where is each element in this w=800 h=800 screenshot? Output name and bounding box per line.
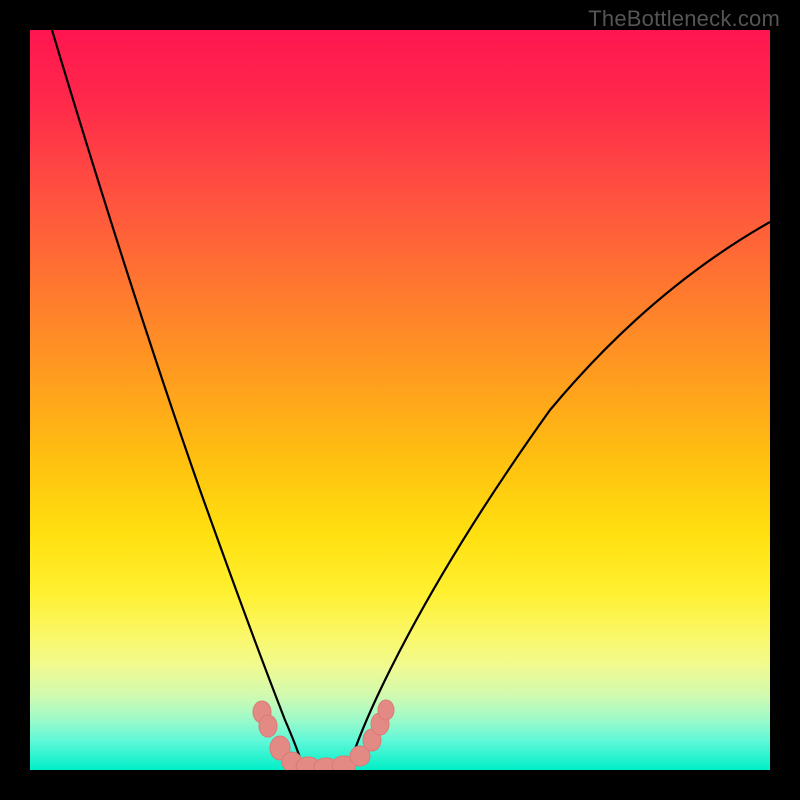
chart-container: TheBottleneck.com <box>0 0 800 800</box>
left-curve <box>52 30 304 770</box>
plot-area <box>30 30 770 770</box>
bottom-markers <box>253 700 394 770</box>
curves-svg <box>30 30 770 770</box>
watermark-text: TheBottleneck.com <box>588 6 780 32</box>
right-curve <box>348 222 770 770</box>
